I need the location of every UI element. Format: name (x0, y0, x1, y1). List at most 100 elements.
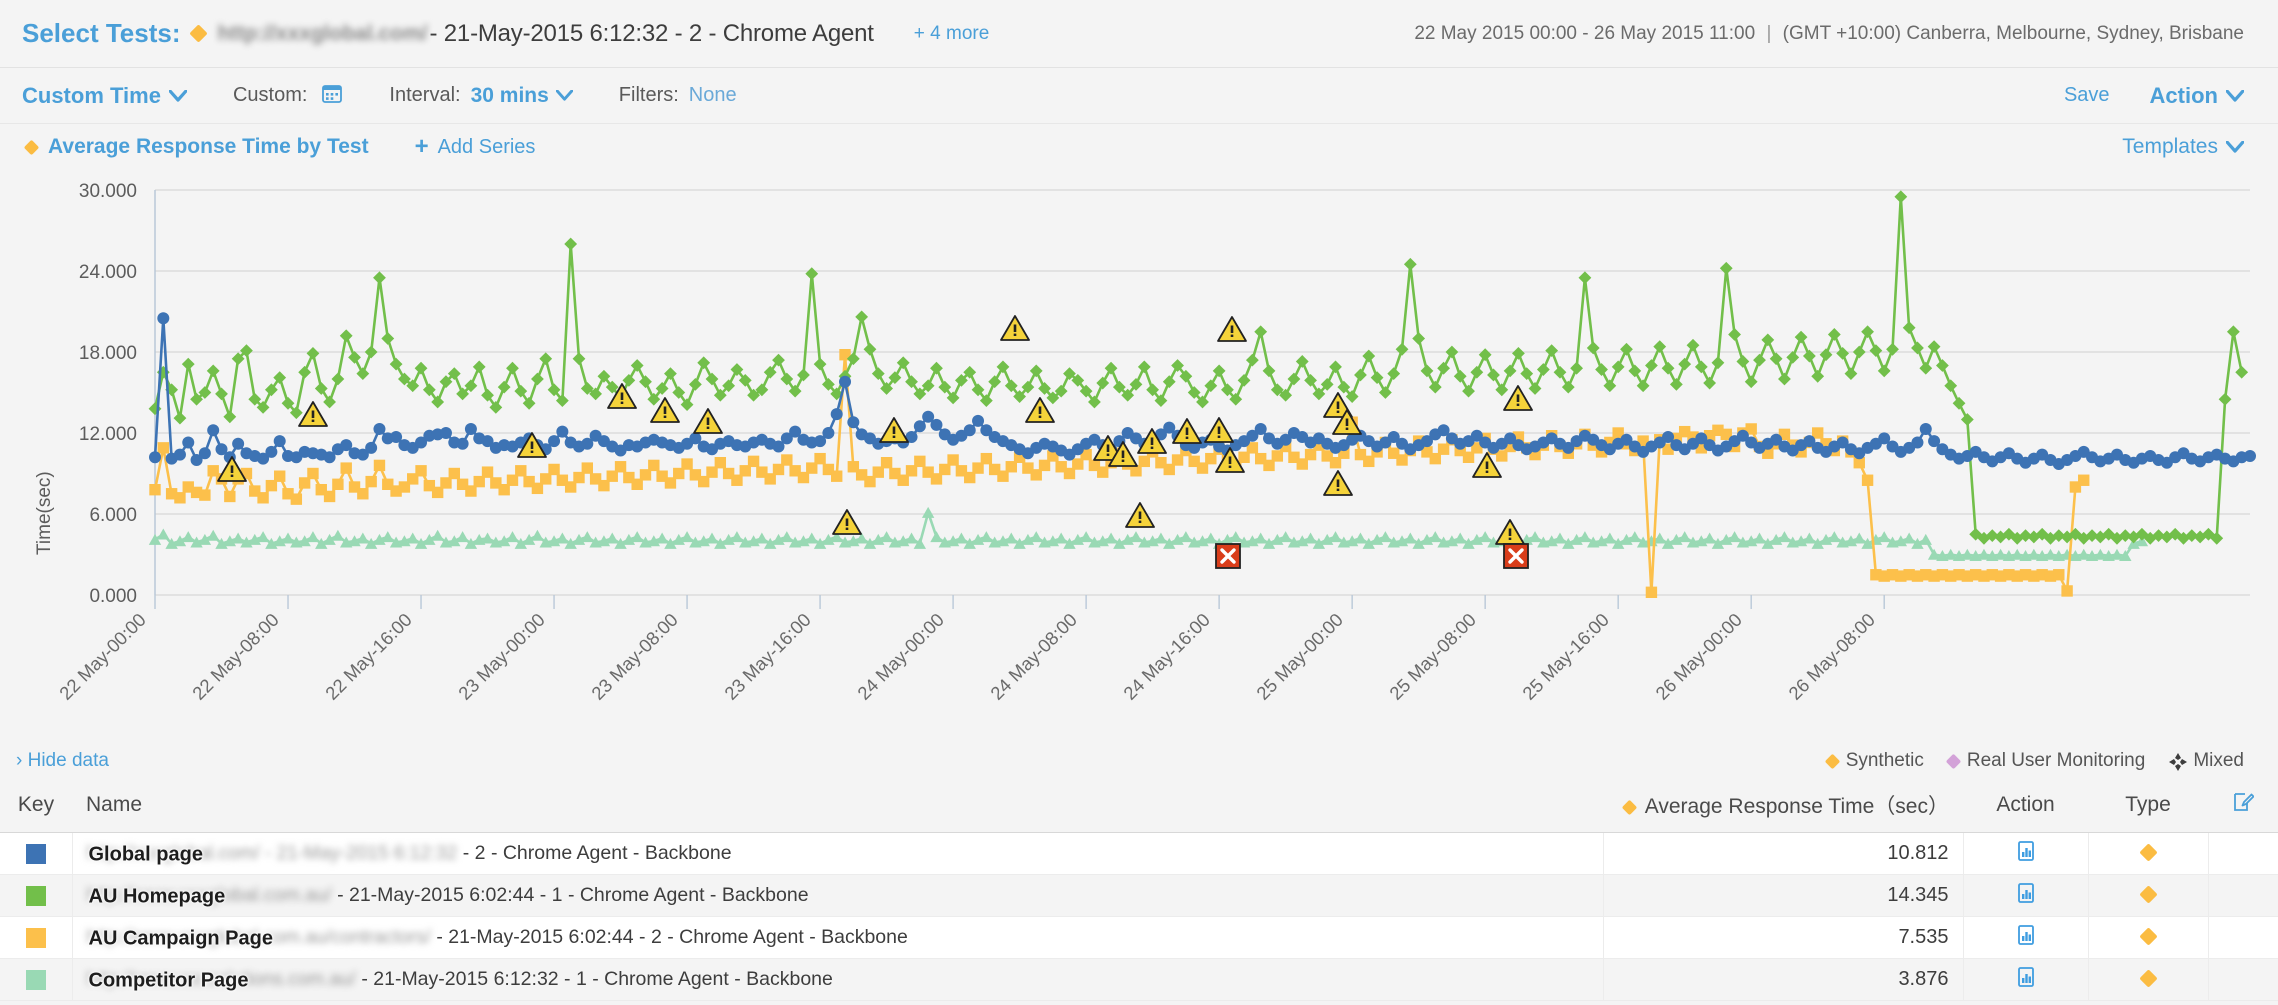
bar-chart-icon[interactable] (2015, 966, 2037, 994)
data-point[interactable] (980, 452, 993, 465)
data-point[interactable] (2061, 585, 2073, 597)
error-x-icon[interactable] (1503, 543, 1529, 569)
table-row[interactable]: http://www.xxxglobal.com.au/AU Homepage … (0, 874, 2278, 917)
data-point[interactable] (830, 408, 843, 421)
data-point[interactable] (930, 418, 943, 431)
error-x-icon[interactable] (1215, 543, 1241, 569)
interval-dropdown[interactable]: 30 mins (471, 84, 573, 108)
data-point[interactable] (614, 461, 627, 473)
data-point[interactable] (831, 470, 843, 482)
data-point[interactable] (1645, 586, 1658, 598)
data-point[interactable] (373, 422, 386, 435)
data-point[interactable] (257, 492, 269, 504)
row-name-cell[interactable]: http://www.xxxglobal.com.au/contractors/… (71, 916, 1603, 959)
data-point[interactable] (290, 493, 303, 505)
data-point[interactable] (464, 422, 477, 435)
data-point[interactable] (2053, 569, 2065, 581)
hide-data-toggle[interactable]: › Hide data (16, 750, 109, 772)
series-tab-average-response-time[interactable]: Average Response Time by Test (23, 135, 369, 159)
data-point[interactable] (340, 462, 352, 474)
column-header-name[interactable]: Name (72, 782, 1603, 833)
save-button[interactable]: Save (2064, 84, 2110, 107)
row-name-cell[interactable]: http://www.xxxsolutions.com.au/Competito… (71, 958, 1603, 1001)
data-point[interactable] (781, 454, 793, 466)
select-tests-label[interactable]: Select Tests: (22, 18, 180, 49)
data-point[interactable] (274, 470, 286, 482)
column-header-edit[interactable] (2208, 782, 2278, 833)
response-time-line-chart[interactable]: 0.000 6.000 12.000 18.000 24.000 30.000 22 May… (0, 170, 2278, 740)
data-point[interactable] (880, 457, 893, 469)
data-point[interactable] (182, 436, 195, 449)
data-point[interactable] (556, 425, 569, 438)
data-point[interactable] (198, 447, 211, 460)
data-point[interactable] (2244, 449, 2256, 462)
data-point[interactable] (913, 420, 926, 433)
data-point[interactable] (224, 490, 236, 503)
data-point[interactable] (814, 452, 826, 465)
row-action-cell[interactable] (1962, 958, 2088, 1001)
data-point[interactable] (548, 463, 560, 476)
data-point[interactable] (323, 490, 336, 503)
row-action-cell[interactable] (1962, 916, 2088, 959)
data-point[interactable] (456, 437, 469, 450)
data-point[interactable] (415, 465, 427, 477)
data-point[interactable] (822, 427, 835, 439)
data-point[interactable] (448, 467, 460, 480)
more-tests-link[interactable]: + 4 more (914, 23, 990, 45)
data-point[interactable] (1254, 422, 1267, 435)
data-point[interactable] (157, 442, 170, 454)
data-point[interactable] (149, 484, 161, 496)
row-name-cell[interactable]: http://xxxglobal.com/ - 21-May-2015 6:12… (71, 832, 1603, 875)
table-row[interactable]: http://www.xxxglobal.com.au/contractors/… (0, 916, 2278, 959)
data-point[interactable] (839, 375, 852, 388)
data-point[interactable] (914, 455, 926, 468)
column-header-type[interactable]: Type (2088, 782, 2208, 833)
data-point[interactable] (847, 416, 860, 429)
row-name-cell[interactable]: http://www.xxxglobal.com.au/AU Homepage … (71, 874, 1603, 917)
data-point[interactable] (265, 445, 278, 458)
time-mode-dropdown[interactable]: Custom Time (22, 83, 187, 109)
data-point[interactable] (2078, 474, 2090, 486)
data-point[interactable] (157, 312, 170, 325)
table-row[interactable]: http://xxxglobal.com/ - 21-May-2015 6:12… (0, 832, 2278, 875)
data-point[interactable] (972, 414, 985, 427)
row-action-cell[interactable] (1962, 874, 2088, 917)
chart-container[interactable]: Time(sec) 0.000 6.000 12.000 18.000 24.000 30… (0, 170, 2278, 740)
row-action-cell[interactable] (1962, 832, 2088, 875)
data-point[interactable] (1919, 422, 1932, 435)
column-header-average[interactable]: Average Response Time（sec） (1603, 782, 1963, 833)
data-point[interactable] (307, 467, 319, 480)
data-point[interactable] (439, 427, 452, 439)
templates-dropdown[interactable]: Templates (2122, 135, 2244, 159)
bar-chart-icon[interactable] (2015, 924, 2037, 952)
data-point[interactable] (173, 448, 186, 461)
data-point[interactable] (581, 462, 594, 474)
data-point[interactable] (373, 459, 386, 472)
action-dropdown[interactable]: Action (2150, 83, 2244, 109)
data-point[interactable] (174, 492, 186, 504)
data-point[interactable] (357, 488, 369, 500)
data-point[interactable] (149, 451, 161, 464)
data-point[interactable] (199, 489, 211, 501)
data-point[interactable] (273, 435, 286, 448)
data-point[interactable] (481, 466, 494, 478)
data-point[interactable] (548, 435, 561, 448)
edit-columns-icon[interactable] (2232, 791, 2255, 813)
data-point[interactable] (207, 424, 220, 437)
add-series-button[interactable]: + Add Series (415, 135, 536, 159)
data-point[interactable] (365, 475, 377, 488)
data-point[interactable] (681, 458, 693, 470)
bar-chart-icon[interactable] (2015, 882, 2037, 910)
data-point[interactable] (1911, 436, 1924, 449)
table-row[interactable]: http://www.xxxsolutions.com.au/Competito… (0, 958, 2278, 1001)
data-point[interactable] (648, 459, 660, 472)
column-header-key[interactable]: Key (0, 782, 72, 833)
data-point[interactable] (332, 478, 344, 490)
data-point[interactable] (1861, 474, 1874, 486)
data-point[interactable] (747, 455, 760, 468)
data-point[interactable] (515, 465, 527, 477)
filters-value[interactable]: None (689, 84, 737, 107)
data-point[interactable] (365, 441, 378, 454)
calendar-icon[interactable] (321, 82, 343, 109)
data-point[interactable] (232, 437, 245, 450)
